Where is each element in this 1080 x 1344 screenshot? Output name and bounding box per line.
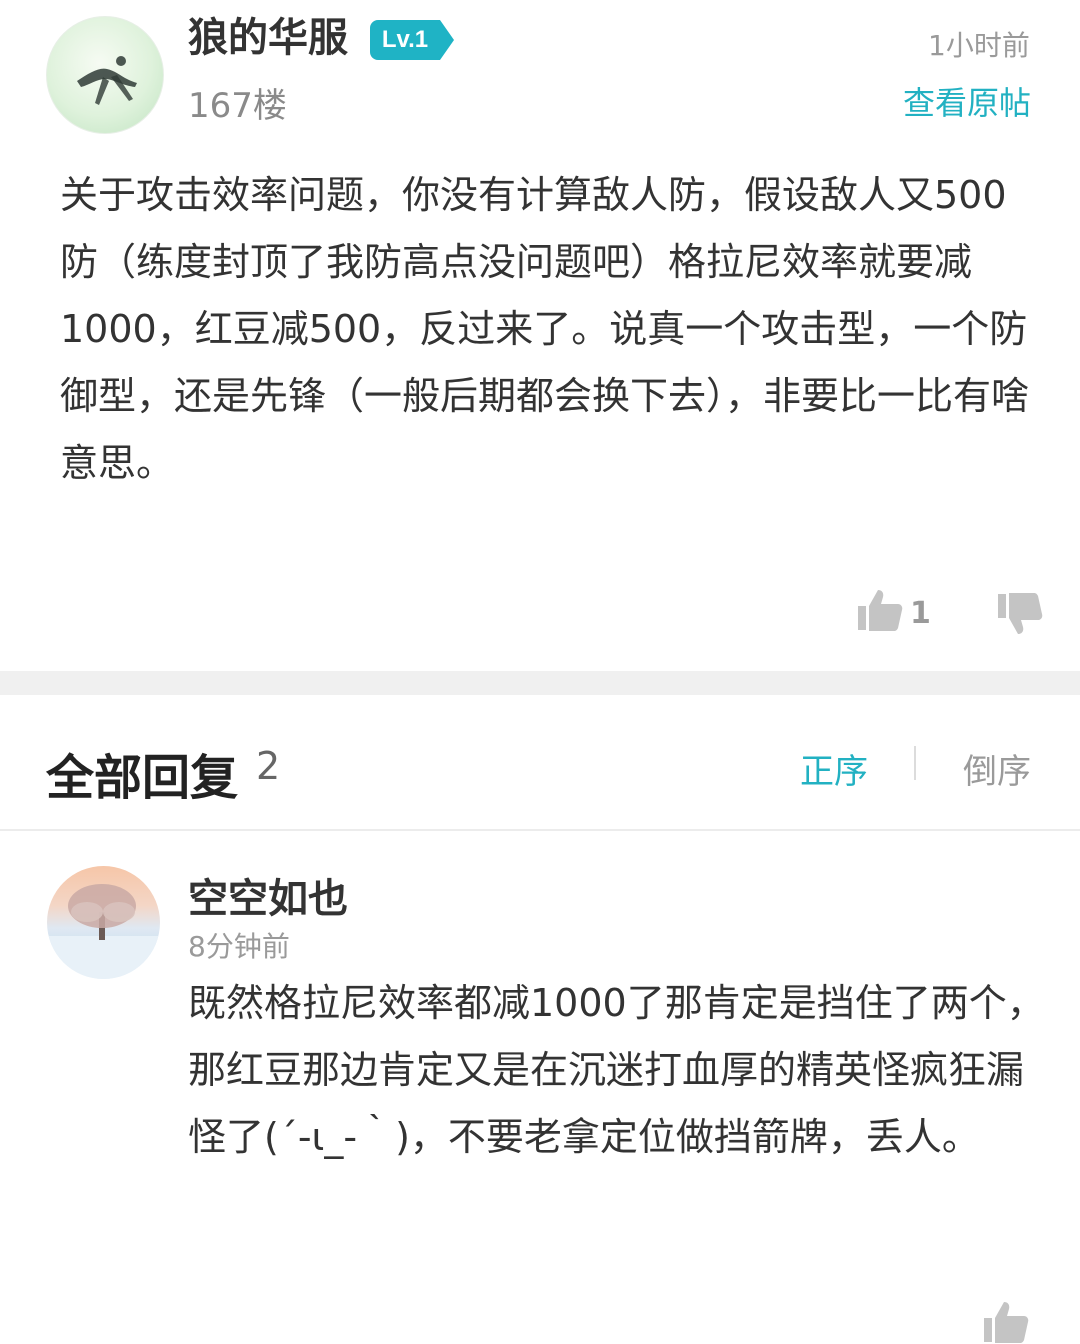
reply-body: 既然格拉尼效率都减1000了那肯定是挡住了两个，那红豆那边肯定又是在沉迷打血厚的… [188, 981, 1045, 1159]
post-time: 1小时前 [928, 29, 1030, 62]
reply-thumbs-up-icon[interactable] [982, 1298, 1030, 1344]
sort-separator [914, 746, 916, 780]
avatar-reply[interactable] [47, 866, 160, 979]
avatar-tree-icon [47, 884, 160, 979]
thumbs-up-icon[interactable] [856, 586, 904, 634]
reply-username[interactable]: 空空如也 [188, 866, 348, 924]
reply-time: 8分钟前 [188, 930, 290, 963]
replies-count: 2 [256, 744, 281, 788]
sort-descending-button[interactable]: 倒序 [963, 744, 1031, 793]
sort-ascending-button[interactable]: 正序 [800, 744, 868, 793]
replies-title: 全部回复 [46, 750, 239, 806]
post-body: 关于攻击效率问题，你没有计算敌人防，假设敌人又500防（练度封顶了我防高点没问题… [60, 173, 1030, 485]
header-underline [0, 829, 1080, 831]
thumbs-down-icon[interactable] [996, 590, 1044, 638]
avatar-op[interactable] [46, 16, 164, 134]
section-divider [0, 671, 1080, 695]
view-original-link[interactable]: 查看原帖 [903, 78, 1031, 124]
like-count: 1 [910, 596, 931, 631]
floor-number: 167楼 [188, 86, 287, 126]
level-badge: Lv.1 [370, 20, 454, 60]
avatar-figure-icon [77, 56, 137, 105]
post-username[interactable]: 狼的华服 [188, 18, 348, 58]
